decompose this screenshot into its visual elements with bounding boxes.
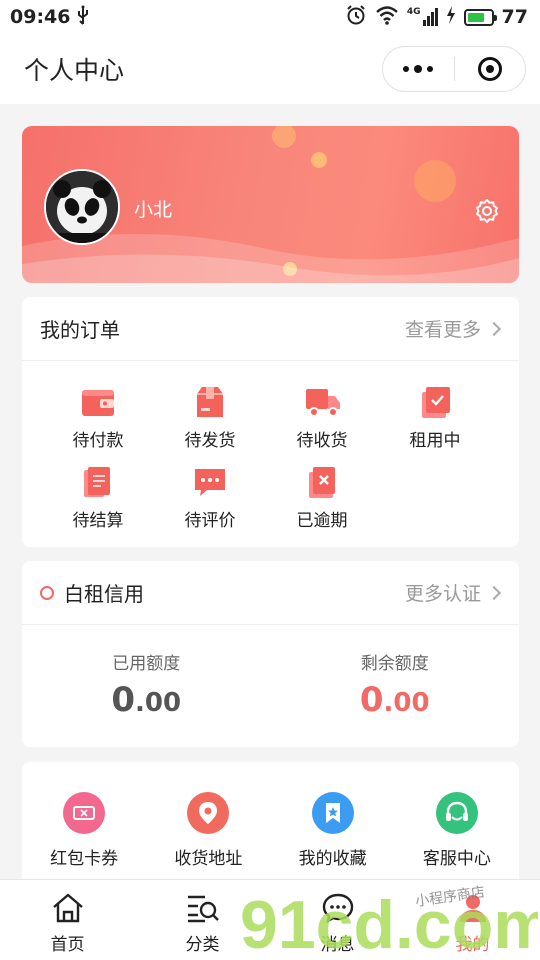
orders-view-more-link[interactable]: 查看更多 [404,315,502,342]
more-options-button[interactable] [383,47,454,91]
service-label: 我的收藏 [298,849,367,869]
remaining-credit: 剩余额度 0.00 [271,625,520,747]
coupon-icon [63,792,106,834]
used-credit-amount: 0.00 [111,680,182,720]
overdue-icon [305,466,339,498]
category-search-icon [187,895,219,923]
customer-service-entry[interactable]: 客服中心 [395,792,519,869]
charging-icon [446,5,456,29]
tab-messages[interactable]: 消息 [270,880,405,960]
order-overdue[interactable]: 已逾期 [272,466,372,531]
orders-title: 我的订单 [40,318,120,342]
coupons-entry[interactable]: 红包卡券 [22,792,146,869]
chevron-right-icon [486,585,502,600]
username: 小北 [134,199,173,221]
tab-mine[interactable]: 我的 [405,880,540,960]
tab-label: 我的 [455,935,490,955]
battery-level: 77 [501,6,528,28]
used-credit: 已用额度 0.00 [22,625,271,747]
more-dots-icon [403,65,434,73]
tab-label: 分类 [185,935,220,955]
order-pending-review[interactable]: 待评价 [160,466,260,531]
bill-icon [81,466,115,498]
tab-label: 首页 [50,935,85,955]
remaining-credit-amount: 0.00 [359,680,430,720]
orders-card: 我的订单 查看更多 待付款 待发货 待收货 租用中 待结算 待评价 已逾期 [22,297,519,547]
check-doc-icon [418,386,452,418]
order-label: 租用中 [409,431,461,451]
orders-header[interactable]: 我的订单 查看更多 [22,297,519,361]
target-icon [477,57,502,81]
truck-icon [305,386,340,418]
tab-home[interactable]: 首页 [0,880,135,960]
page-title: 个人中心 [24,56,125,85]
credit-more-link[interactable]: 更多认证 [404,579,502,606]
order-renting[interactable]: 租用中 [385,386,485,451]
headset-icon [435,792,478,834]
signal-icon: 4G [407,8,438,26]
alarm-icon [345,4,367,31]
credit-more-label: 更多认证 [404,583,481,605]
usb-icon [76,5,90,30]
message-icon [322,893,353,924]
home-icon [52,893,83,923]
panda-avatar-image [46,171,118,243]
favorites-entry[interactable]: 我的收藏 [271,792,395,869]
location-icon [187,792,230,834]
user-icon [459,895,486,922]
order-label: 待结算 [72,511,124,531]
order-label: 待付款 [72,431,124,451]
settings-gear-icon[interactable] [474,198,500,224]
miniprogram-capsule [382,46,526,92]
order-label: 已逾期 [296,511,348,531]
close-miniprogram-button[interactable] [455,47,526,91]
status-bar: 09:46 4G 77 [0,0,540,34]
order-pending-payment[interactable]: 待付款 [48,386,148,451]
bookmark-icon [311,792,354,834]
order-label: 待发货 [184,431,236,451]
service-label: 收货地址 [174,849,243,869]
order-label: 待收货 [296,431,348,451]
package-icon [193,386,227,418]
order-pending-shipment[interactable]: 待发货 [160,386,260,451]
comment-icon [193,466,227,498]
service-label: 客服中心 [422,849,491,869]
order-pending-settlement[interactable]: 待结算 [48,466,148,531]
credit-header[interactable]: 白租信用 更多认证 [22,561,519,625]
tab-category[interactable]: 分类 [135,880,270,960]
tab-label: 消息 [320,935,355,955]
orders-view-more-label: 查看更多 [404,319,481,341]
network-label: 4G [406,7,421,17]
avatar[interactable] [44,169,120,245]
address-entry[interactable]: 收货地址 [146,792,270,869]
service-label: 红包卡券 [50,849,119,869]
profile-banner: 小北 [22,126,519,283]
status-time: 09:46 [10,6,71,28]
wifi-icon [375,5,399,30]
used-credit-label: 已用额度 [112,654,181,674]
credit-title: 白租信用 [64,582,144,606]
wallet-icon [81,386,115,418]
chevron-right-icon [486,321,502,336]
services-card: 红包卡券 收货地址 我的收藏 客服中心 [22,762,519,887]
order-label: 待评价 [184,511,236,531]
bottom-tab-bar: 首页 分类 消息 我的 [0,879,540,960]
battery-icon [463,8,497,26]
order-pending-receipt[interactable]: 待收货 [272,386,372,451]
remaining-credit-label: 剩余额度 [360,654,429,674]
nav-bar: 个人中心 [0,34,540,104]
credit-card: 白租信用 更多认证 已用额度 0.00 剩余额度 0.00 [22,561,519,747]
circle-icon [40,585,54,600]
